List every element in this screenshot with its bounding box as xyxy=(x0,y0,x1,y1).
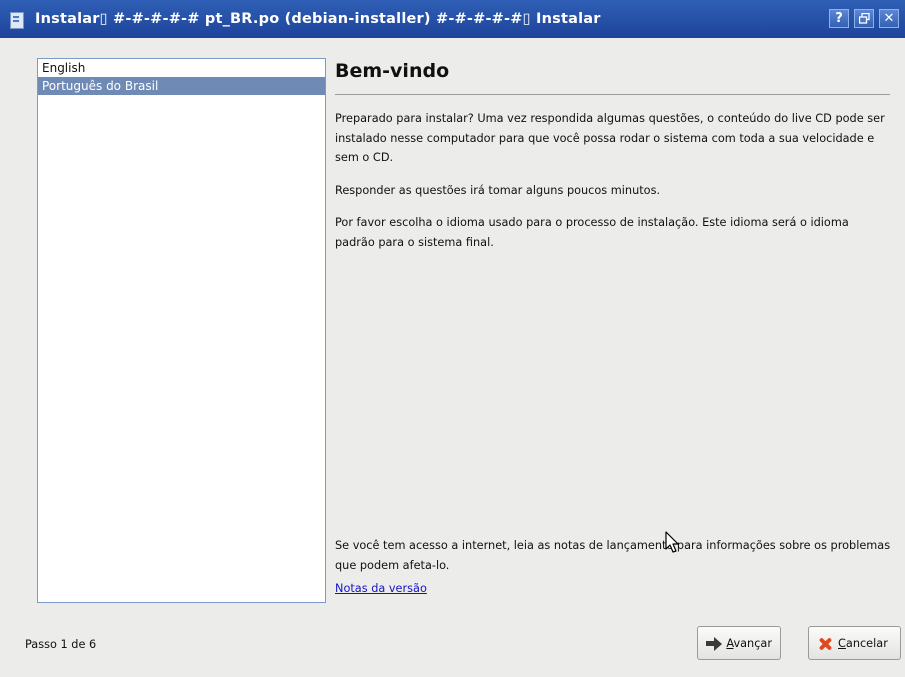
language-list[interactable]: English Português do Brasil xyxy=(37,58,326,603)
time-paragraph: Responder as questões irá tomar alguns p… xyxy=(335,183,661,197)
cancel-x-icon xyxy=(817,636,834,651)
arrow-right-icon xyxy=(706,636,723,651)
language-paragraph: Por favor escolha o idioma usado para o … xyxy=(335,216,849,249)
next-button-label: Avançar xyxy=(726,636,772,650)
language-item-english[interactable]: English xyxy=(38,59,325,77)
help-button[interactable]: ? xyxy=(829,9,849,28)
restore-icon xyxy=(858,13,870,24)
cancel-button[interactable]: Cancelar xyxy=(808,626,901,660)
language-item-portugues-brasil[interactable]: Português do Brasil xyxy=(38,77,325,95)
window-titlebar[interactable]: Instalar▯ #-#-#-#-# pt_BR.po (debian-ins… xyxy=(0,0,905,38)
installer-window: English Português do Brasil Bem-vindo Pr… xyxy=(0,38,905,677)
mouse-pointer-icon xyxy=(665,531,679,553)
page-title: Bem-vindo xyxy=(335,60,450,82)
step-indicator: Passo 1 de 6 xyxy=(25,638,97,651)
release-notes-link[interactable]: Notas da versão xyxy=(335,582,427,595)
cancel-button-label: Cancelar xyxy=(838,636,888,650)
internet-note: Se você tem acesso a internet, leia as n… xyxy=(335,539,891,572)
intro-paragraph: Preparado para instalar? Uma vez respond… xyxy=(335,112,885,164)
window-title: Instalar▯ #-#-#-#-# pt_BR.po (debian-ins… xyxy=(35,11,601,27)
window-controls: ? ✕ xyxy=(829,9,899,28)
installer-icon xyxy=(8,11,25,29)
close-button[interactable]: ✕ xyxy=(879,9,899,28)
heading-divider xyxy=(335,94,890,95)
restore-button[interactable] xyxy=(854,9,874,28)
welcome-panel: Bem-vindo Preparado para instalar? Uma v… xyxy=(335,58,890,265)
next-button[interactable]: Avançar xyxy=(697,626,781,660)
